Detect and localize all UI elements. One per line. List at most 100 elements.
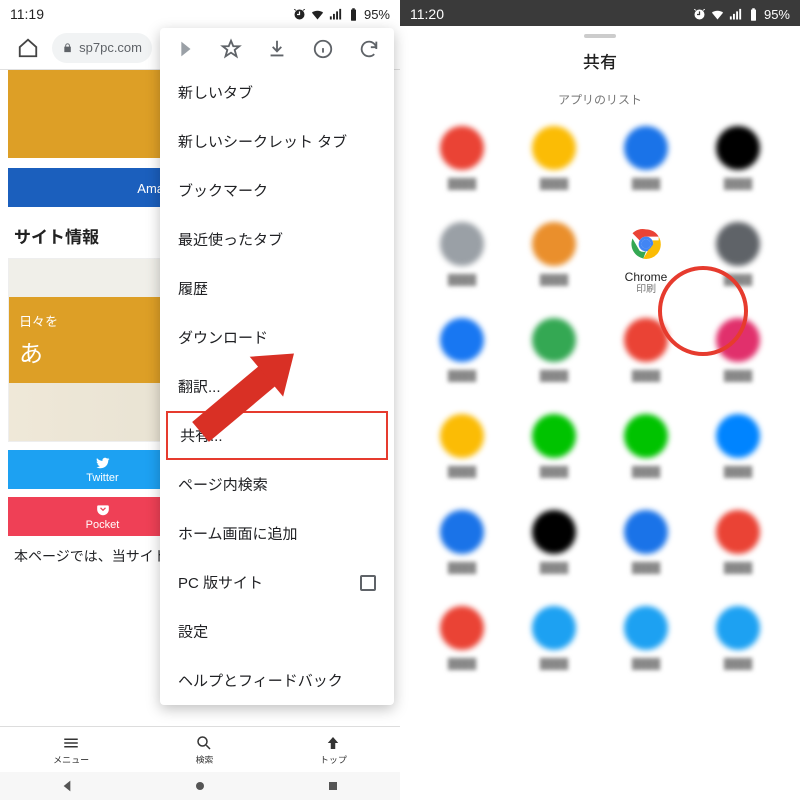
star-icon[interactable] (220, 38, 242, 60)
share-target[interactable]: ████ (600, 606, 692, 674)
alarm-icon (692, 7, 707, 22)
nav-menu-label: メニュー (53, 755, 89, 765)
share-target[interactable]: ████ (692, 414, 784, 482)
app-label: ████ (724, 174, 752, 194)
app-label: ████ (724, 654, 752, 674)
signal-icon (328, 7, 343, 22)
sheet-title: 共有 (400, 44, 800, 87)
nav-top[interactable]: トップ (320, 734, 347, 766)
info-icon[interactable] (312, 38, 334, 60)
status-icons: 95% (292, 7, 390, 22)
app-label: ████ (540, 654, 568, 674)
app-label: ████ (632, 462, 660, 482)
share-target[interactable]: ████ (692, 510, 784, 578)
share-target[interactable]: ████ (416, 606, 508, 674)
app-label: ████ (448, 462, 476, 482)
menu-find-in-page[interactable]: ページ内検索 (160, 460, 394, 509)
app-label: ████ (540, 462, 568, 482)
status-icons: 95% (692, 7, 790, 22)
share-target[interactable]: ████ (416, 510, 508, 578)
forward-icon[interactable] (174, 38, 196, 60)
share-target[interactable]: ████ (508, 414, 600, 482)
nav-search[interactable]: 検索 (195, 734, 213, 766)
share-target[interactable]: ████ (416, 222, 508, 290)
app-label: ████ (540, 558, 568, 578)
search-icon (195, 734, 213, 752)
app-label: ████ (724, 558, 752, 578)
app-icon (440, 318, 484, 362)
menu-add-to-home[interactable]: ホーム画面に追加 (160, 509, 394, 558)
menu-history[interactable]: 履歴 (160, 264, 394, 313)
sheet-grip[interactable] (584, 34, 616, 38)
recents-icon[interactable] (325, 778, 341, 794)
app-icon (716, 126, 760, 170)
sheet-subtitle: アプリのリスト (400, 87, 800, 120)
app-icon (532, 318, 576, 362)
app-label: ████ (632, 366, 660, 386)
url-text: sp7pc.com (79, 40, 142, 55)
home-pill-icon[interactable] (192, 778, 208, 794)
system-nav (0, 772, 400, 800)
lock-icon (62, 42, 73, 54)
status-bar: 11:20 95% (400, 0, 800, 26)
clock: 11:20 (410, 6, 444, 22)
screenshot-left: 11:19 95% sp7pc.com 日々を あ Amazonタイムセール サ… (0, 0, 400, 800)
share-target[interactable]: ████ (508, 510, 600, 578)
menu-help[interactable]: ヘルプとフィードバック (160, 656, 394, 705)
app-icon (532, 126, 576, 170)
app-icon (716, 606, 760, 650)
share-target[interactable]: ████ (416, 414, 508, 482)
menu-bookmarks[interactable]: ブックマーク (160, 166, 394, 215)
app-icon (716, 222, 760, 266)
share-target[interactable]: ████ (600, 126, 692, 194)
battery-icon (346, 7, 361, 22)
pocket-label: Pocket (86, 519, 120, 531)
home-icon[interactable] (10, 30, 46, 66)
share-target[interactable]: ████ (508, 606, 600, 674)
hamburger-icon (62, 734, 80, 752)
app-label: ████ (448, 366, 476, 386)
download-icon[interactable] (266, 38, 288, 60)
app-icon (624, 510, 668, 554)
menu-incognito[interactable]: 新しいシークレット タブ (160, 117, 394, 166)
menu-action-row (160, 28, 394, 68)
app-label: ████ (540, 270, 568, 290)
app-icon (440, 510, 484, 554)
share-target[interactable]: ████ (416, 126, 508, 194)
status-bar: 11:19 95% (0, 0, 400, 26)
menu-recent-tabs[interactable]: 最近使ったタブ (160, 215, 394, 264)
app-label: ████ (632, 174, 660, 194)
bottom-nav: メニュー 検索 トップ (0, 726, 400, 772)
share-target[interactable]: ████ (600, 414, 692, 482)
card-small: 日々を (19, 314, 58, 329)
app-icon (624, 222, 668, 266)
share-target[interactable]: ████ (416, 318, 508, 386)
app-label: ████ (540, 174, 568, 194)
share-sheet: 共有 アプリのリスト ████████████████████████Chrom… (400, 26, 800, 800)
back-icon[interactable] (59, 778, 75, 794)
share-target[interactable]: ████ (508, 318, 600, 386)
desktop-checkbox[interactable] (360, 575, 376, 591)
share-target[interactable]: ████ (508, 126, 600, 194)
battery-icon (746, 7, 761, 22)
app-label: ████ (632, 654, 660, 674)
share-target[interactable]: ████ (692, 126, 784, 194)
signal-icon (728, 7, 743, 22)
share-target[interactable]: ████ (692, 606, 784, 674)
clock: 11:19 (10, 6, 44, 22)
app-icon (440, 606, 484, 650)
app-icon (440, 414, 484, 458)
refresh-icon[interactable] (358, 38, 380, 60)
menu-desktop-label: PC 版サイト (178, 572, 263, 593)
share-target[interactable]: ████ (600, 510, 692, 578)
menu-new-tab[interactable]: 新しいタブ (160, 68, 394, 117)
twitter-icon (95, 456, 111, 470)
app-label: ████ (448, 558, 476, 578)
share-target[interactable]: ████ (508, 222, 600, 290)
menu-desktop-site[interactable]: PC 版サイト (160, 558, 394, 607)
app-icon (532, 222, 576, 266)
menu-settings[interactable]: 設定 (160, 607, 394, 656)
url-bar[interactable]: sp7pc.com (52, 33, 152, 63)
app-grid: ████████████████████████Chrome印刷████████… (400, 120, 800, 674)
nav-menu[interactable]: メニュー (53, 734, 89, 766)
